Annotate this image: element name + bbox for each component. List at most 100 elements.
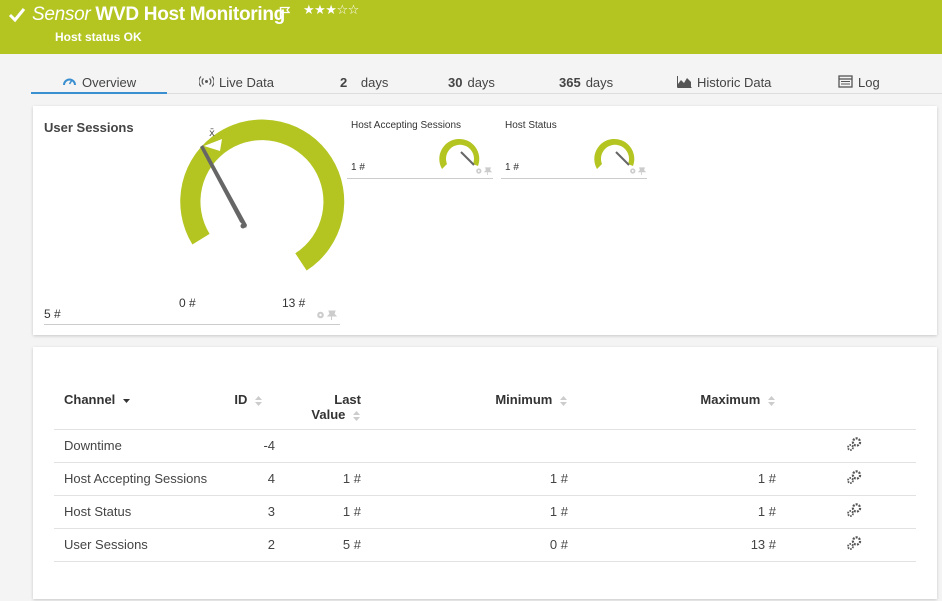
sort-icon: [255, 395, 262, 406]
table-row: Host Status 3 1 # 1 # 1 #: [54, 494, 916, 528]
tab-log[interactable]: Log: [838, 70, 880, 94]
sort-icon: [560, 395, 567, 406]
tab-number: 30: [448, 75, 463, 90]
col-label: Channel: [64, 392, 116, 407]
accepting-divider: [347, 178, 493, 179]
tab-label: days: [360, 75, 389, 90]
table-row: User Sessions 2 5 # 0 # 13 #: [54, 527, 916, 562]
channels-table: Channel ID Last Value Minimum Maximum Do…: [54, 387, 916, 562]
tab-number: 2: [340, 75, 348, 90]
col-minimum[interactable]: Minimum: [361, 387, 568, 429]
accepting-gauge-value: 1 #: [351, 162, 365, 173]
flag-icon[interactable]: [279, 6, 291, 20]
tab-bar: Overview Live Data 2 days 30 days 365 da…: [31, 70, 942, 94]
avg-marker: x̄: [209, 128, 215, 139]
settings-cog-icon[interactable]: [846, 536, 862, 550]
settings-cog-icon[interactable]: [846, 503, 862, 517]
tab-overview[interactable]: Overview: [31, 70, 167, 94]
col-actions: [776, 387, 916, 429]
channel-name[interactable]: User Sessions: [54, 527, 229, 562]
last-value: [275, 428, 361, 462]
page-title: Sensor WVD Host Monitoring: [32, 4, 285, 26]
channels-panel: Channel ID Last Value Minimum Maximum Do…: [33, 347, 937, 599]
tab-label: days: [467, 75, 495, 90]
main-gauge-needle: [200, 145, 247, 228]
check-icon: [8, 8, 26, 23]
sensor-header: Sensor WVD Host Monitoring ★★★☆☆ Host st…: [0, 0, 942, 54]
status-tools-icon[interactable]: [629, 167, 647, 175]
col-channel[interactable]: Channel: [54, 387, 229, 429]
table-header-row: Channel ID Last Value Minimum Maximum: [54, 387, 916, 429]
col-label: ID: [234, 392, 248, 407]
sensor-name: WVD Host Monitoring: [95, 4, 285, 25]
needle-hub: [240, 223, 246, 229]
gauge-value: 5 #: [44, 307, 61, 321]
last-value: 1 #: [275, 461, 361, 495]
max-value: 13 #: [568, 527, 776, 562]
channel-name[interactable]: Downtime: [54, 428, 229, 462]
channel-name[interactable]: Host Status: [54, 494, 229, 528]
col-maximum[interactable]: Maximum: [568, 387, 776, 429]
gauge-min-label: 0 #: [179, 296, 196, 310]
tab-label: days: [585, 75, 614, 90]
gauge-tools-icon[interactable]: [316, 310, 338, 320]
settings-cog-icon[interactable]: [846, 470, 862, 484]
log-icon: [838, 75, 853, 88]
channel-id: 2: [229, 527, 275, 562]
gauge-divider: [44, 324, 340, 325]
tab-live-data[interactable]: Live Data: [199, 70, 274, 94]
tab-30-days[interactable]: 30 days: [448, 70, 495, 94]
col-label: Last: [334, 392, 361, 407]
gauge-graphics: x̄: [180, 119, 635, 271]
col-id[interactable]: ID: [229, 387, 275, 429]
status-text: Host status OK: [55, 30, 142, 44]
min-value: 0 #: [361, 527, 568, 562]
max-value: 1 #: [568, 494, 776, 528]
tab-label: Log: [858, 75, 880, 90]
accepting-tools-icon[interactable]: [475, 167, 493, 175]
row-actions: [776, 494, 916, 528]
settings-cog-icon[interactable]: [846, 437, 862, 451]
channel-id: -4: [229, 428, 275, 462]
min-value: [361, 428, 568, 462]
broadcast-icon: [199, 76, 214, 87]
accepting-gauge-needle: [460, 151, 475, 166]
row-actions: [776, 428, 916, 462]
row-actions: [776, 461, 916, 495]
channel-name[interactable]: Host Accepting Sessions: [54, 461, 229, 495]
min-value: 1 #: [361, 494, 568, 528]
status-divider: [501, 178, 647, 179]
area-chart-icon: [677, 76, 692, 88]
priority-stars[interactable]: ★★★☆☆: [303, 2, 359, 18]
tab-label: Overview: [82, 75, 137, 90]
tab-label: Historic Data: [697, 75, 772, 90]
tab-2-days[interactable]: 2 days: [340, 70, 388, 94]
main-gauge-arc: [180, 119, 345, 271]
gauge-icon: [63, 78, 76, 86]
status-gauge-title: Host Status: [505, 120, 557, 131]
gauge-max-label: 13 #: [282, 296, 306, 310]
tab-number: 365: [559, 75, 581, 90]
tab-label: Live Data: [219, 75, 274, 90]
tab-365-days[interactable]: 365 days: [559, 70, 613, 94]
sort-down-icon: [122, 398, 130, 403]
max-value: 1 #: [568, 461, 776, 495]
tab-historic-data[interactable]: Historic Data: [677, 70, 771, 94]
col-label: Value: [311, 407, 346, 422]
table-row: Downtime -4: [54, 428, 916, 462]
status-gauge-value: 1 #: [505, 162, 519, 173]
channel-id: 4: [229, 461, 275, 495]
min-value: 1 #: [361, 461, 568, 495]
col-label: Minimum: [495, 392, 553, 407]
gauges-panel: User Sessions x̄ 0 # 13 # 5 # Host Accep…: [33, 106, 937, 335]
max-value: [568, 428, 776, 462]
last-value: 1 #: [275, 494, 361, 528]
last-value: 5 #: [275, 527, 361, 562]
col-last-value[interactable]: Last Value: [275, 387, 361, 429]
sort-icon: [353, 410, 360, 421]
channel-id: 3: [229, 494, 275, 528]
status-gauge-needle: [615, 151, 630, 166]
row-actions: [776, 527, 916, 562]
table-row: Host Accepting Sessions 4 1 # 1 # 1 #: [54, 461, 916, 495]
sort-icon: [768, 395, 775, 406]
